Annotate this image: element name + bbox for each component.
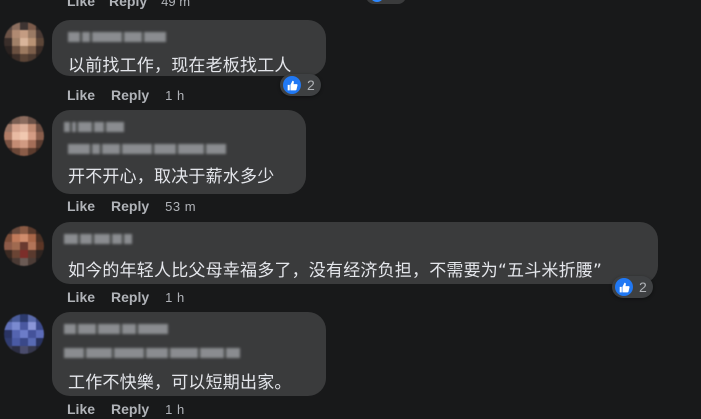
comment-actions: Like Reply 1 h (67, 288, 185, 306)
reply-button[interactable]: Reply (111, 289, 149, 305)
like-button[interactable]: Like (67, 289, 95, 305)
reaction-count: 2 (639, 279, 647, 295)
comment-text: 开不开心，取决于薪水多少 (68, 167, 275, 187)
reaction-count-badge[interactable]: 2 (612, 276, 653, 298)
like-button[interactable]: Like (67, 401, 95, 417)
avatar[interactable] (4, 226, 44, 266)
comments-panel: Like Reply 49 m 以前找工作，现在老板找工人 2 Like Rep… (0, 0, 701, 419)
avatar[interactable] (4, 22, 44, 62)
comment-bubble: 如今的年轻人比父母幸福多了，没有经济负担，不需要为“五斗米折腰” (52, 222, 658, 284)
author-subtitle-blurred (68, 144, 226, 154)
comment-bubble: 以前找工作，现在老板找工人 (52, 20, 326, 76)
comment-actions: Like Reply 53 m (67, 197, 196, 215)
comment-timestamp[interactable]: 49 m (161, 0, 190, 9)
reply-button[interactable]: Reply (109, 0, 147, 9)
comment-text: 以前找工作，现在老板找工人 (68, 56, 292, 76)
top-comment-actions: Like Reply 49 m (67, 0, 190, 9)
author-subtitle-blurred (64, 348, 240, 358)
author-name-blurred[interactable] (64, 122, 124, 132)
author-name-blurred[interactable] (64, 324, 168, 334)
comment-timestamp[interactable]: 1 h (165, 290, 185, 305)
comment-timestamp[interactable]: 53 m (165, 199, 196, 214)
reaction-count: 2 (307, 77, 315, 93)
like-button[interactable]: Like (67, 0, 95, 9)
reaction-count-badge[interactable]: 2 (280, 74, 321, 96)
author-name-blurred[interactable] (68, 32, 166, 42)
comment-text: 工作不快樂，可以短期出家。 (68, 373, 292, 393)
like-button[interactable]: Like (67, 87, 95, 103)
like-button[interactable]: Like (67, 198, 95, 214)
like-reaction-icon (370, 0, 384, 2)
comment-actions: Like Reply 1 h (67, 86, 185, 104)
reply-button[interactable]: Reply (111, 87, 149, 103)
reply-button[interactable]: Reply (111, 401, 149, 417)
avatar[interactable] (4, 314, 44, 354)
thumbs-up-icon (615, 278, 633, 296)
comment-timestamp[interactable]: 1 h (165, 88, 185, 103)
reaction-badge[interactable] (366, 0, 406, 4)
reply-button[interactable]: Reply (111, 198, 149, 214)
comment-bubble: 工作不快樂，可以短期出家。 (52, 312, 326, 396)
comment-text: 如今的年轻人比父母幸福多了，没有经济负担，不需要为“五斗米折腰” (68, 261, 603, 281)
thumbs-up-icon (283, 76, 301, 94)
comment-bubble: 开不开心，取决于薪水多少 (52, 110, 306, 194)
comment-actions: Like Reply 1 h (67, 400, 185, 418)
avatar[interactable] (4, 116, 44, 156)
author-name-blurred[interactable] (64, 234, 132, 244)
comment-timestamp[interactable]: 1 h (165, 402, 185, 417)
